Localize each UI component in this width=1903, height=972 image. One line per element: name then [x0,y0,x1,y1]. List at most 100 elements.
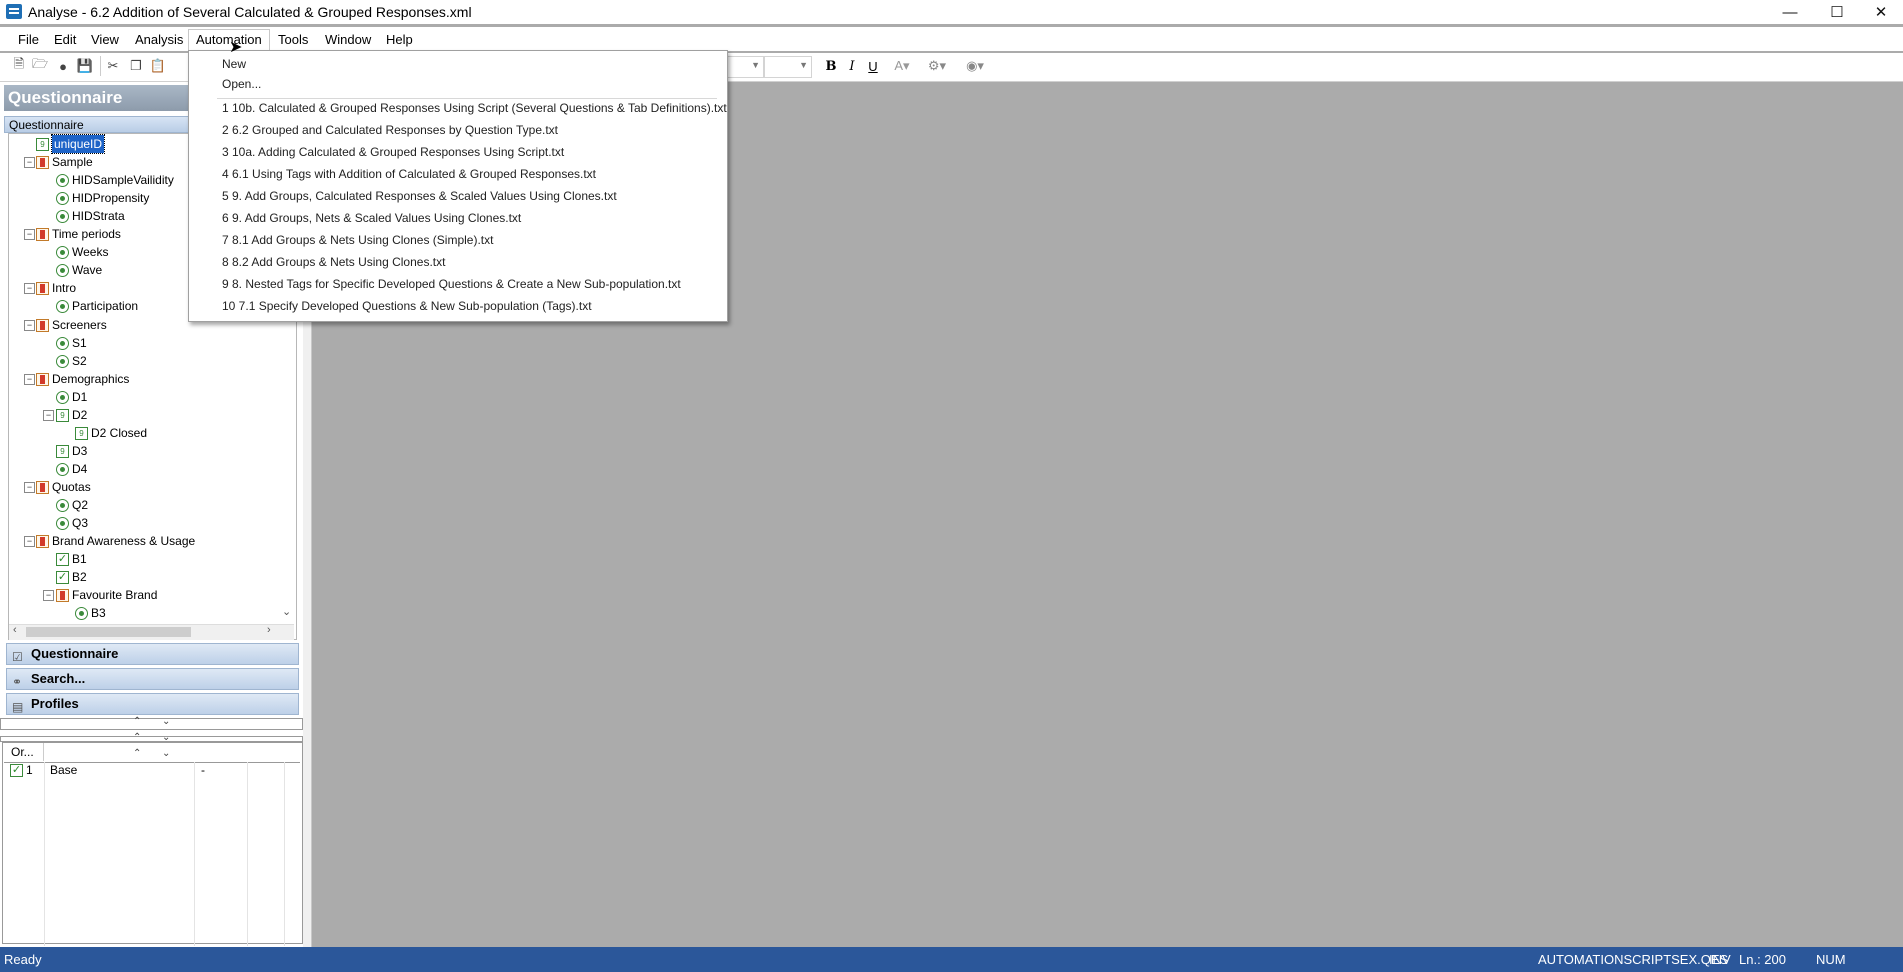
recent-file-item[interactable]: 1 10b. Calculated & Grouped Responses Us… [222,98,727,118]
tree-node[interactable]: Q3 [72,514,88,532]
grid-column [247,762,248,946]
status-file: AUTOMATIONSCRIPTSEX.QES [1538,952,1729,967]
scroll-left-icon[interactable]: ‹ [13,624,17,636]
tree-node[interactable]: HIDPropensity [72,189,149,207]
move-down-icon[interactable]: ⌄ [162,748,170,759]
close-button[interactable]: ✕ [1858,0,1903,24]
status-inv: INV [1709,952,1731,967]
multi-choice-icon: ✓ [56,571,69,584]
collapse-toggle-icon[interactable]: − [24,374,35,385]
menuitem-new[interactable]: New [222,54,246,74]
open-folder-icon[interactable]: 🗁 [31,56,49,75]
recent-file-item[interactable]: 2 6.2 Grouped and Calculated Responses b… [222,120,558,140]
recent-file-item[interactable]: 9 8. Nested Tags for Specific Developed … [222,274,681,294]
menu-tools[interactable]: Tools [271,30,315,50]
single-choice-icon [56,210,69,223]
menu-view[interactable]: View [84,30,126,50]
tree-node[interactable]: D2 Closed [91,424,147,442]
menu-help[interactable]: Help [379,30,420,50]
tree-node[interactable]: HIDSampleVailidity [72,171,174,189]
tree-node[interactable]: D3 [72,442,87,460]
menu-file[interactable]: File [11,30,46,50]
tree-node[interactable]: Participation [72,297,138,315]
tree-node[interactable]: B2 [72,568,87,586]
recent-file-item[interactable]: 8 8.2 Add Groups & Nets Using Clones.txt [222,252,445,272]
collapse-toggle-icon[interactable]: − [24,229,35,240]
tree-node[interactable]: HIDStrata [72,207,125,225]
paste-icon[interactable]: 📋 [149,57,167,75]
tree-node[interactable]: D2 [72,406,87,424]
move-down-icon[interactable]: ⌄ [162,716,170,727]
recent-file-item[interactable]: 7 8.1 Add Groups & Nets Using Clones (Si… [222,230,493,250]
recent-file-item[interactable]: 6 9. Add Groups, Nets & Scaled Values Us… [222,208,521,228]
style-icon[interactable]: ◉▾ [966,57,984,75]
collapse-toggle-icon[interactable]: − [24,283,35,294]
collapse-toggle-icon[interactable]: − [43,410,54,421]
tree-node[interactable]: Favourite Brand [72,586,157,604]
copy-icon[interactable]: ❐ [127,57,145,75]
tree-node[interactable]: Q2 [72,496,88,514]
collapse-toggle-icon[interactable]: − [24,157,35,168]
tree-node[interactable]: Intro [52,279,76,297]
font-color-icon[interactable]: A▾ [893,57,911,75]
order-grid[interactable] [2,742,303,944]
tree-node[interactable]: uniqueID [50,134,106,154]
tree-node[interactable]: Weeks [72,243,108,261]
scrollbar-thumb[interactable] [26,627,191,637]
tree-node[interactable]: D1 [72,388,87,406]
row-checkbox[interactable]: ✓ [10,764,23,777]
folder-icon [36,319,49,332]
tree-node[interactable]: B1 [72,550,87,568]
recent-file-item[interactable]: 3 10a. Adding Calculated & Grouped Respo… [222,142,564,162]
single-choice-icon [56,246,69,259]
menu-analysis[interactable]: Analysis [128,30,190,50]
collapse-toggle-icon[interactable]: − [24,536,35,547]
tree-node[interactable]: Brand Awareness & Usage [52,532,195,550]
bold-icon[interactable]: B [822,57,840,75]
minimize-button[interactable]: — [1767,0,1813,24]
menu-window[interactable]: Window [318,30,378,50]
tree-node[interactable]: Screeners [52,316,107,334]
menu-edit[interactable]: Edit [47,30,83,50]
tree-node[interactable]: Quotas [52,478,91,496]
single-choice-icon [75,607,88,620]
recent-file-item[interactable]: 10 7.1 Specify Developed Questions & New… [222,296,592,316]
tree-node[interactable]: Sample [52,153,93,171]
maximize-button[interactable]: ☐ [1814,0,1860,24]
single-choice-icon [56,337,69,350]
tree-node[interactable]: Demographics [52,370,129,388]
tree-node[interactable]: D4 [72,460,87,478]
nav-search[interactable]: ⚭ Search... [6,668,299,690]
nav-profiles[interactable]: ▤ Profiles [6,693,299,715]
move-up-icon[interactable]: ⌃ [133,748,141,759]
font-name-combo[interactable]: ▼ [726,56,764,78]
window-title: Analyse - 6.2 Addition of Several Calcul… [28,4,472,20]
tree-node[interactable]: S2 [72,352,87,370]
cut-icon[interactable]: ✂ [104,57,122,75]
nav-questionnaire[interactable]: ☑ Questionnaire [6,643,299,665]
number-question-icon: 9 [75,427,88,440]
tree-node[interactable]: Wave [72,261,102,279]
globe-icon[interactable]: ● [54,57,72,75]
tree-node[interactable]: Time periods [52,225,121,243]
font-size-combo[interactable]: ▼ [764,56,812,78]
save-icon[interactable]: 💾 [76,57,94,75]
collapse-toggle-icon[interactable]: − [24,482,35,493]
grid-column [284,762,285,946]
toolbar-separator [100,56,101,76]
scroll-down-icon[interactable]: ⌄ [282,605,291,618]
italic-icon[interactable]: I [843,57,861,75]
recent-file-item[interactable]: 5 9. Add Groups, Calculated Responses & … [222,186,617,206]
menuitem-open[interactable]: Open... [222,74,261,94]
collapse-toggle-icon[interactable]: − [43,590,54,601]
fill-color-icon[interactable]: ⚙▾ [928,57,946,75]
single-choice-icon [56,355,69,368]
tree-node[interactable]: S1 [72,334,87,352]
tree-node[interactable]: B3 [91,604,106,622]
scroll-right-icon[interactable]: › [267,624,271,636]
new-file-icon[interactable]: 🗎 [10,56,28,75]
recent-file-item[interactable]: 4 6.1 Using Tags with Addition of Calcul… [222,164,596,184]
collapse-toggle-icon[interactable]: − [24,320,35,331]
underline-icon[interactable]: U [864,57,882,75]
move-up-icon[interactable]: ⌃ [133,716,141,727]
